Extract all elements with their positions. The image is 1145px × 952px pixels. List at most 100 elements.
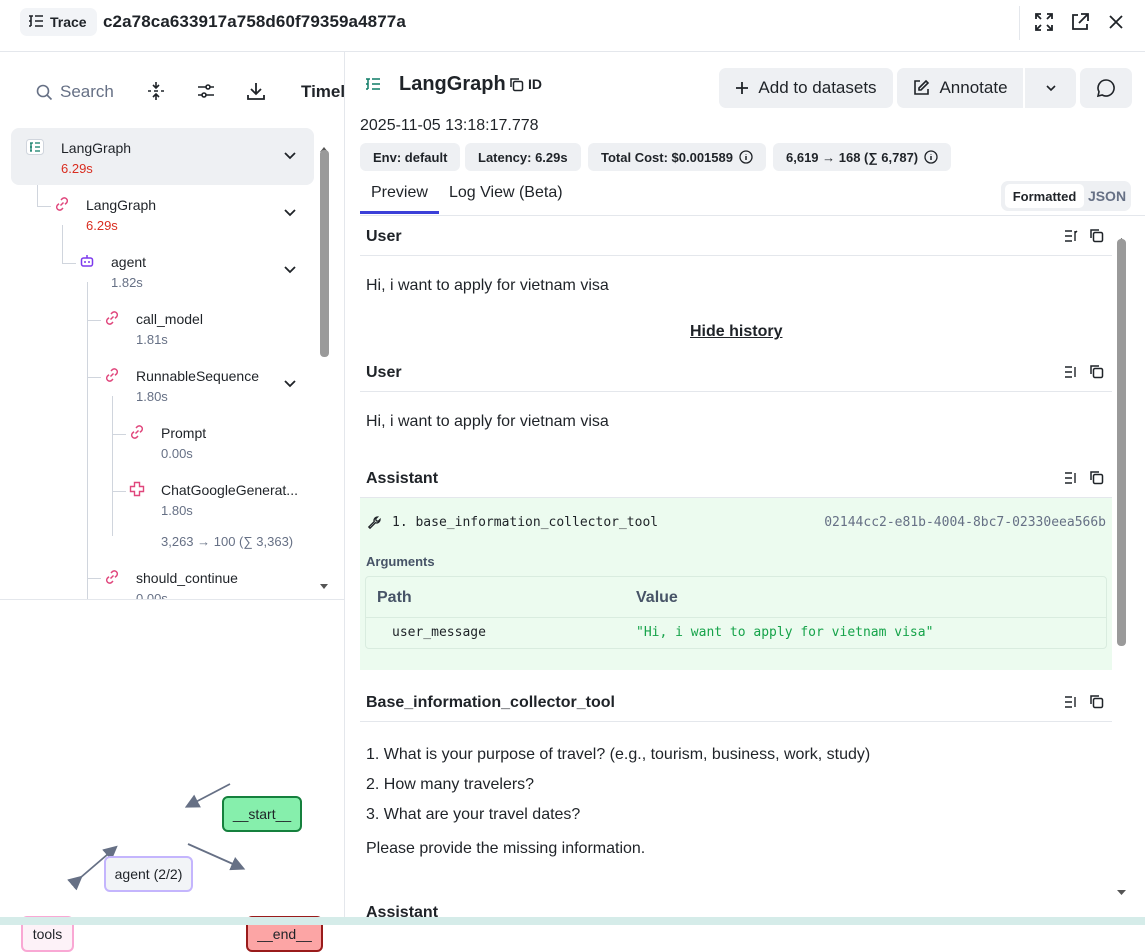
arguments-table: Path Value user_message "Hi, i want to a… xyxy=(365,576,1107,649)
tree-node-agent[interactable]: agent 1.82s xyxy=(11,242,314,299)
copy-icon[interactable] xyxy=(1089,228,1104,243)
tree-node-duration: 1.80s xyxy=(136,389,168,404)
tree-node-name: should_continue xyxy=(136,570,238,586)
message-role: Assistant xyxy=(366,904,439,917)
tree-node-langgraph-root[interactable]: LangGraph 6.29s xyxy=(11,128,314,185)
message-header-user: User xyxy=(360,216,1112,256)
trace-id: c2a78ca633917a758d60f79359a4877a xyxy=(103,12,406,31)
open-external-icon[interactable] xyxy=(1069,11,1091,33)
collapse-lines-icon[interactable] xyxy=(1064,695,1078,709)
run-detail-panel: LangGraph ID Add to datasets Annotate 20… xyxy=(345,52,1145,917)
copy-icon[interactable] xyxy=(1089,694,1104,709)
tool-result-line: 3. What are your travel dates? xyxy=(366,806,581,823)
expand-icon[interactable] xyxy=(1033,11,1055,33)
search-input[interactable]: Search xyxy=(36,82,114,102)
hide-history-link[interactable]: Hide history xyxy=(690,323,782,341)
tree-scrollbar[interactable] xyxy=(319,146,329,596)
download-icon[interactable] xyxy=(245,80,267,102)
tree-node-duration: 1.81s xyxy=(136,332,168,347)
tree-node-should-continue[interactable]: should_continue 0.00s xyxy=(11,558,314,599)
tab-log-view[interactable]: Log View (Beta) xyxy=(449,184,563,202)
tree-node-runnable-sequence[interactable]: RunnableSequence 1.80s xyxy=(11,356,314,413)
tab-preview[interactable]: Preview xyxy=(371,184,428,202)
graph-node-agent[interactable]: agent (2/2) xyxy=(104,856,193,892)
id-label: ID xyxy=(528,76,542,92)
preview-content: User Hi, i want to apply for vietnam vis… xyxy=(360,216,1117,917)
filter-icon[interactable] xyxy=(195,80,217,102)
env-pill: Env: default xyxy=(360,143,461,171)
content-scrollbar[interactable] xyxy=(1116,237,1127,902)
argument-value: "Hi, i want to apply for vietnam visa" xyxy=(636,625,934,640)
tool-call-name: 1. base_information_collector_tool xyxy=(392,515,659,530)
add-to-datasets-button[interactable]: Add to datasets xyxy=(719,68,893,108)
annotate-button[interactable]: Annotate xyxy=(897,68,1023,108)
env-text: Env: default xyxy=(373,149,448,165)
robot-icon xyxy=(79,253,95,269)
graph-node-start[interactable]: __start__ xyxy=(222,796,302,832)
cost-pill[interactable]: Total Cost: $0.001589 xyxy=(588,143,766,171)
trace-chip-label: Trace xyxy=(50,14,87,30)
tree-node-langgraph[interactable]: LangGraph 6.29s xyxy=(11,185,314,242)
trace-icon xyxy=(365,77,381,96)
tree-toolbar: Search Timeline xyxy=(0,52,345,128)
add-to-datasets-label: Add to datasets xyxy=(758,78,877,97)
run-title: LangGraph xyxy=(399,73,506,95)
tree-node-prompt[interactable]: Prompt 0.00s xyxy=(11,413,314,470)
tree-node-duration: 6.29s xyxy=(86,218,118,233)
tree-node-call-model[interactable]: call_model 1.81s xyxy=(11,299,314,356)
message-header-assistant: Assistant xyxy=(360,458,1112,498)
info-icon xyxy=(924,150,938,164)
tokens-pill[interactable]: 6,619 → 168 (∑ 6,787) xyxy=(773,143,952,171)
message-header-user: User xyxy=(360,352,1112,392)
message-text: Hi, i want to apply for vietnam visa xyxy=(366,277,609,294)
timeline-toggle[interactable]: Timeline xyxy=(301,82,345,102)
chevron-down-icon[interactable] xyxy=(283,205,297,219)
message-role: User xyxy=(366,228,402,245)
column-header-path: Path xyxy=(377,589,412,606)
copy-icon[interactable] xyxy=(1089,470,1104,485)
tree-node-chat-google[interactable]: ChatGoogleGenerat... 1.80s 3,263 → 100 (… xyxy=(11,470,314,550)
chain-icon xyxy=(104,367,120,383)
copy-id-button[interactable]: ID xyxy=(509,76,542,92)
comment-button[interactable] xyxy=(1080,68,1132,108)
collapse-lines-icon[interactable] xyxy=(1064,229,1078,243)
tool-call-block: 1. base_information_collector_tool 02144… xyxy=(360,498,1112,670)
formatted-option[interactable]: Formatted xyxy=(1005,184,1084,208)
message-role: Base_information_collector_tool xyxy=(366,694,615,711)
json-option[interactable]: JSON xyxy=(1087,184,1127,208)
copy-icon[interactable] xyxy=(1089,364,1104,379)
bottom-strip xyxy=(0,917,1145,925)
search-placeholder: Search xyxy=(60,82,114,101)
tool-call-id: 02144cc2-e81b-4004-8bc7-02330eea566b xyxy=(824,515,1106,530)
chain-icon xyxy=(104,310,120,326)
collapse-icon[interactable] xyxy=(145,80,167,102)
arguments-label: Arguments xyxy=(366,554,435,569)
copy-icon xyxy=(510,77,524,91)
llm-icon xyxy=(129,481,145,497)
message-role: User xyxy=(366,364,402,381)
table-divider xyxy=(366,617,1106,618)
chevron-down-icon[interactable] xyxy=(283,148,297,162)
latency-pill: Latency: 6.29s xyxy=(465,143,581,171)
chevron-down-icon[interactable] xyxy=(283,262,297,276)
chevron-down-icon[interactable] xyxy=(283,376,297,390)
close-icon[interactable] xyxy=(1105,11,1127,33)
tree-node-name: call_model xyxy=(136,311,203,327)
run-timestamp: 2025-11-05 13:18:17.778 xyxy=(360,117,539,134)
message-role: Assistant xyxy=(366,470,439,487)
divider xyxy=(1019,6,1020,40)
tree-node-name: LangGraph xyxy=(86,197,157,213)
tree-node-tokens: 3,263 → 100 (∑ 3,363) xyxy=(161,534,294,549)
collapse-lines-icon[interactable] xyxy=(1064,471,1078,485)
tool-result-line: Please provide the missing information. xyxy=(366,840,646,857)
tree-node-name: LangGraph xyxy=(61,140,132,156)
chain-icon xyxy=(54,196,70,212)
annotate-dropdown-button[interactable] xyxy=(1025,68,1076,108)
plus-icon xyxy=(736,82,749,94)
tree-node-name: agent xyxy=(111,254,147,270)
tree-node-duration: 0.00s xyxy=(161,446,193,461)
tool-result-line: 2. How many travelers? xyxy=(366,776,535,793)
tokens-text: 6,619 → 168 (∑ 6,787) xyxy=(786,149,919,165)
collapse-lines-icon[interactable] xyxy=(1064,365,1078,379)
search-icon xyxy=(36,84,53,100)
